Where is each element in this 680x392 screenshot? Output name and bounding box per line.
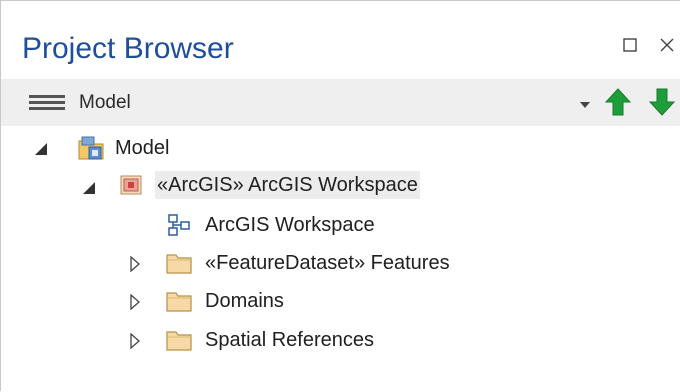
hamburger-menu-icon xyxy=(29,107,65,110)
dropdown-arrow-icon[interactable] xyxy=(579,100,591,110)
restore-button[interactable] xyxy=(619,34,641,56)
collapsed-triangle-icon[interactable] xyxy=(127,333,143,349)
expanded-triangle-icon[interactable] xyxy=(33,141,49,157)
tree-node-label: Spatial References xyxy=(205,329,374,351)
model-root-icon xyxy=(78,136,104,160)
toolbar-model-label: Model xyxy=(79,92,131,113)
restore-icon xyxy=(623,38,637,52)
collapsed-triangle-icon[interactable] xyxy=(127,294,143,310)
close-button[interactable] xyxy=(656,34,678,56)
tree-node-label: ArcGIS Workspace xyxy=(205,214,375,236)
tree-node-spatial-references[interactable]: Spatial References xyxy=(1,325,441,357)
tree-node-domains[interactable]: Domains xyxy=(1,286,361,318)
browser-toolbar: Model xyxy=(1,79,680,126)
project-browser-window: Project Browser Model Model «ArcGIS» Arc… xyxy=(0,0,680,391)
close-icon xyxy=(660,38,674,52)
tree-node-label: Model xyxy=(115,137,170,159)
hamburger-menu-button[interactable] xyxy=(29,95,69,111)
green-arrow-down-icon[interactable] xyxy=(647,87,677,117)
green-arrow-up-icon[interactable] xyxy=(603,87,633,117)
tree-node-model[interactable]: Model xyxy=(1,131,261,163)
tree-node-arcgis-workspace-package[interactable]: «ArcGIS» ArcGIS Workspace xyxy=(1,170,461,202)
tree-node-label: Domains xyxy=(205,290,284,312)
diagram-icon xyxy=(168,214,190,236)
package-icon xyxy=(120,175,142,195)
folder-icon xyxy=(166,331,192,351)
tree-node-arcgis-workspace-diagram[interactable]: ArcGIS Workspace xyxy=(1,209,421,241)
window-title: Project Browser xyxy=(22,32,234,65)
folder-icon xyxy=(166,292,192,312)
expanded-triangle-icon[interactable] xyxy=(81,180,97,196)
collapsed-triangle-icon[interactable] xyxy=(127,256,143,272)
tree-node-label: «FeatureDataset» Features xyxy=(205,252,450,274)
tree-node-label: «ArcGIS» ArcGIS Workspace xyxy=(155,171,420,199)
hamburger-menu-icon xyxy=(29,95,65,98)
tree-node-features[interactable]: «FeatureDataset» Features xyxy=(1,248,501,280)
title-bar: Project Browser xyxy=(1,1,680,79)
folder-icon xyxy=(166,254,192,274)
project-tree: Model «ArcGIS» ArcGIS Workspace ArcGIS W… xyxy=(1,126,680,392)
hamburger-menu-icon xyxy=(29,101,65,104)
